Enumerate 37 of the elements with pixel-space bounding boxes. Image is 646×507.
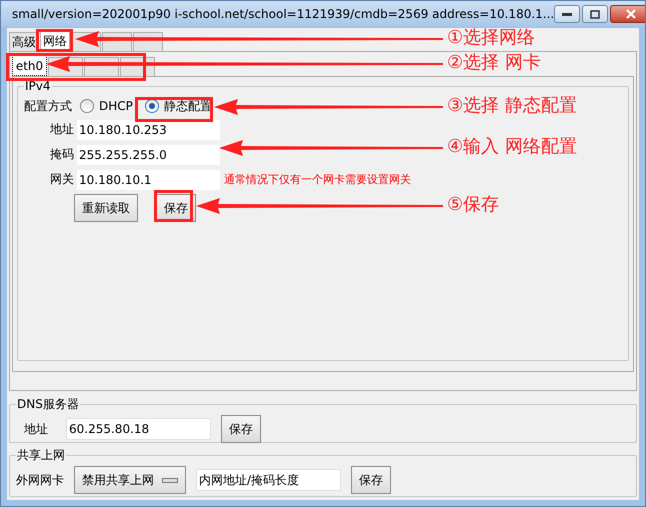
maximize-icon: [590, 10, 600, 18]
group-title: 共享上网: [16, 447, 66, 464]
radio-button[interactable]: [80, 99, 94, 113]
close-button[interactable]: [610, 5, 645, 23]
minimize-button[interactable]: [554, 5, 580, 23]
highlight-frame: [154, 190, 193, 222]
annotation-label: ⑤保存: [447, 193, 500, 216]
annotation-label: ②选择 网卡: [447, 51, 541, 74]
save-button[interactable]: 保存: [351, 466, 391, 494]
dropdown-button[interactable]: 禁用共享上网: [74, 466, 186, 494]
close-icon: [626, 9, 636, 19]
tab[interactable]: 高级: [9, 32, 39, 51]
radio-button[interactable]: [144, 99, 159, 113]
window-title: small/version=202001p90 i-school.net/school=1121939/cmdb=2569 address=10.180.1...: [12, 7, 554, 21]
annotation-label: ①选择网络: [447, 26, 536, 49]
input-field[interactable]: 10.180.10.253: [77, 120, 220, 140]
nic-tab[interactable]: eth0: [12, 55, 47, 76]
input-field[interactable]: 60.255.80.18: [66, 418, 211, 440]
group-title: IPv4: [24, 79, 52, 93]
input-field[interactable]: 10.180.10.1: [77, 170, 220, 190]
field-label: 掩码: [49, 146, 75, 163]
field-label: 地址: [23, 420, 49, 438]
save-button[interactable]: 保存: [221, 415, 261, 443]
radio-label: DHCP: [99, 99, 133, 113]
field-label: 外网网卡: [16, 472, 64, 488]
input-field[interactable]: 255.255.255.0: [77, 144, 220, 164]
annotation-label: ④输入 网络配置: [447, 135, 577, 158]
action-button[interactable]: 重新读取: [74, 194, 138, 222]
field-label: 网关: [49, 171, 75, 188]
field-label: 配置方式: [24, 98, 72, 114]
minimize-icon: [562, 12, 572, 16]
maximize-button[interactable]: [582, 5, 608, 23]
input-field[interactable]: 内网地址/掩码长度: [196, 469, 341, 491]
field-label: 地址: [49, 121, 75, 138]
group-title: DNS服务器: [16, 396, 80, 413]
gateway-note: 通常情况下仅有一个网卡需要设置网关: [224, 172, 411, 187]
annotation-label: ③选择 静态配置: [447, 94, 577, 117]
